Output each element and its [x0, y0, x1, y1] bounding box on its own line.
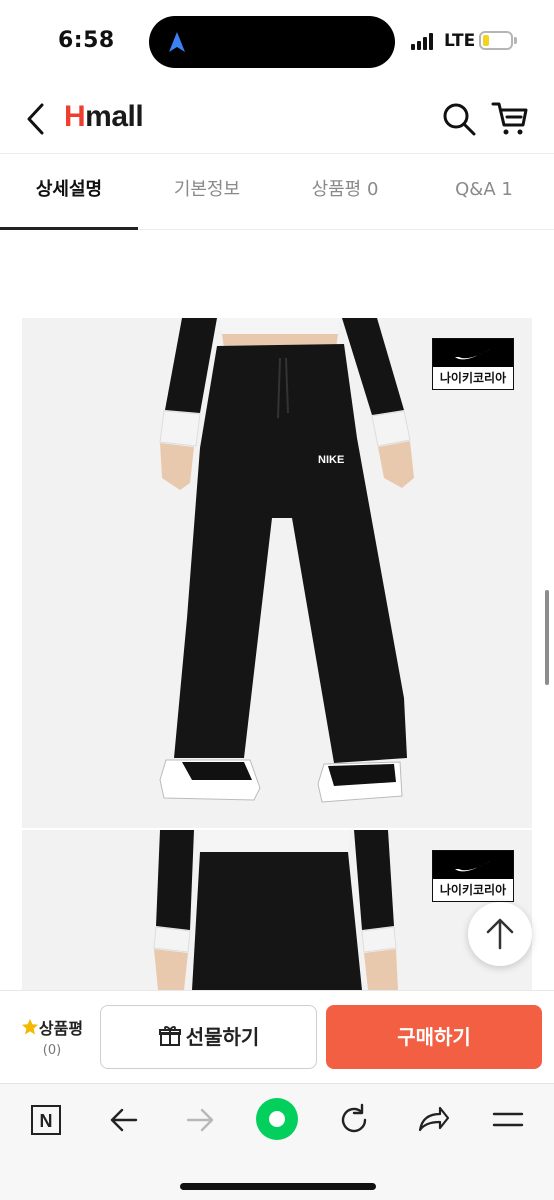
naver-icon[interactable]: N: [24, 1098, 68, 1142]
review-count: (0): [42, 1043, 62, 1058]
scrollbar[interactable]: [545, 590, 549, 685]
network-label: LTE: [444, 31, 476, 51]
back-arrow-icon[interactable]: [102, 1098, 146, 1142]
product-image-front: NIKE 나이키코리아: [22, 318, 532, 828]
app-header: Hmall: [0, 84, 554, 154]
status-time: 6:58: [58, 28, 115, 53]
brand-label-2: 나이키코리아: [439, 883, 507, 897]
navigation-arrow-icon: [169, 32, 185, 52]
waistband-logo: NIKE: [318, 454, 344, 466]
detail-tabs: 상세설명 기본정보 상품평 0 Q&A 1: [0, 155, 554, 230]
search-icon[interactable]: [440, 100, 478, 138]
tab-description[interactable]: 상세설명: [0, 155, 138, 230]
gift-icon: [158, 1026, 181, 1046]
product-image-back: 나이키코리아: [22, 830, 532, 990]
brand-label: 나이키코리아: [439, 371, 507, 385]
tab-basic-info[interactable]: 기본정보: [138, 155, 276, 229]
review-label: 상품평: [38, 1019, 84, 1038]
buy-button[interactable]: 구매하기: [326, 1005, 542, 1069]
forward-arrow-icon[interactable]: [178, 1098, 222, 1142]
tab-qna[interactable]: Q&A 1: [414, 155, 554, 229]
swoosh-icon: [455, 859, 493, 872]
pants-front-illustration: NIKE: [159, 318, 414, 803]
green-dot-icon[interactable]: [254, 1096, 300, 1142]
brand-badge: 나이키코리아: [432, 338, 514, 390]
signal-icon: [411, 32, 437, 50]
scroll-to-top-button[interactable]: [468, 902, 532, 966]
reload-icon[interactable]: [332, 1098, 376, 1142]
review-label-row: 상품평: [12, 1015, 92, 1039]
logo-letter-h: H: [64, 100, 86, 133]
arrow-up-icon: [486, 918, 514, 950]
review-summary[interactable]: 상품평 (0): [12, 1015, 92, 1065]
home-indicator[interactable]: [180, 1183, 376, 1190]
star-icon: [21, 1018, 39, 1035]
naver-letter: N: [40, 1111, 53, 1131]
gift-label: 선물하기: [185, 1025, 260, 1049]
battery-tip: [514, 37, 517, 44]
cart-icon[interactable]: [490, 98, 530, 138]
tab-reviews[interactable]: 상품평 0: [276, 155, 414, 229]
swoosh-icon: [455, 347, 493, 360]
back-icon[interactable]: [22, 100, 52, 138]
logo-text: mall: [85, 100, 144, 133]
purchase-bar: 상품평 (0) 선물하기 구매하기: [0, 990, 554, 1082]
status-bar: 6:58 LTE: [0, 0, 554, 84]
brand-badge-2: 나이키코리아: [432, 850, 514, 902]
battery-icon: [479, 31, 513, 50]
hmall-logo[interactable]: Hmall: [64, 100, 144, 134]
gift-button[interactable]: 선물하기: [100, 1005, 317, 1069]
menu-icon[interactable]: [486, 1098, 530, 1142]
share-icon[interactable]: [410, 1098, 454, 1142]
